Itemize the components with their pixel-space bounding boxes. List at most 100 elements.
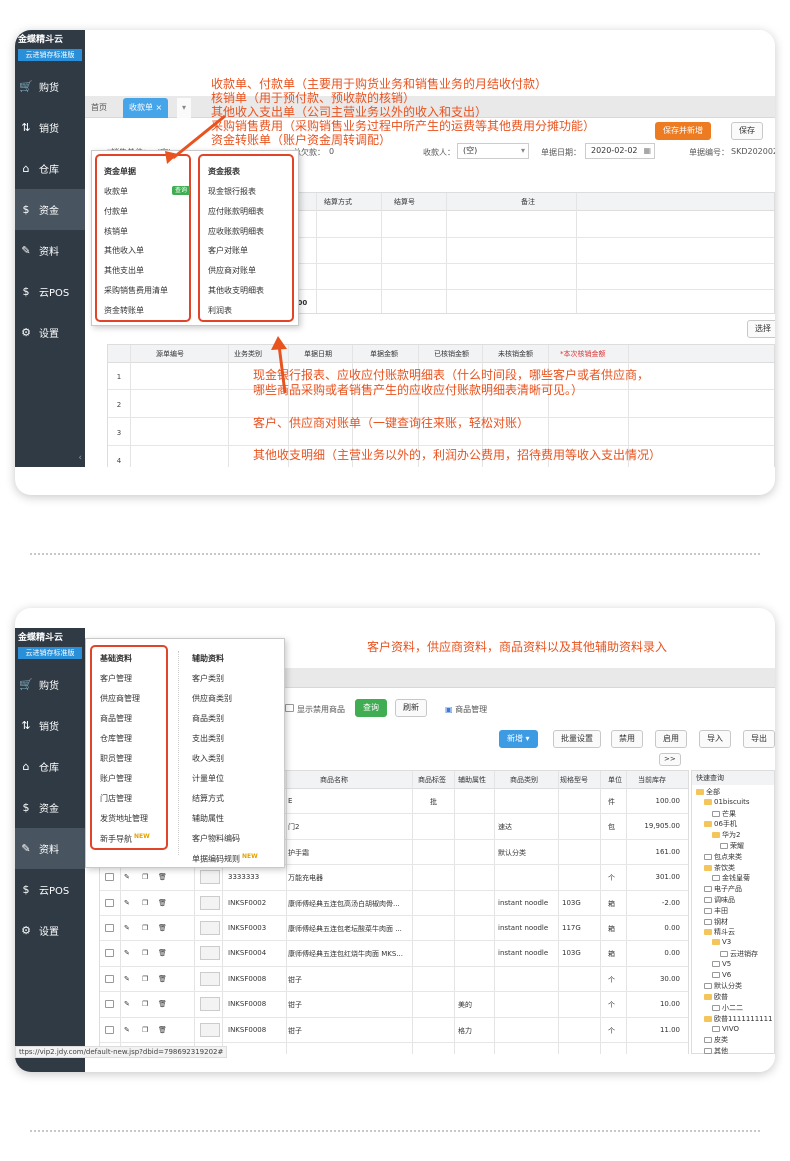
tree-node[interactable]: 06手机 bbox=[704, 819, 737, 829]
table-row[interactable]: ✎ ❐ 🗑 INKSF0008 钳子 个 30.00 bbox=[100, 967, 688, 993]
menu-item-settle-method[interactable]: 结算方式 bbox=[192, 793, 224, 804]
menu-item-material-code[interactable]: 客户物料编码 bbox=[192, 833, 240, 844]
tree-node[interactable]: 金钱皇菊 bbox=[712, 873, 750, 883]
menu-item-ship-address[interactable]: 发货地址管理 bbox=[100, 813, 148, 824]
copy-icon[interactable]: ❐ bbox=[142, 975, 148, 983]
menu-item-customer-type[interactable]: 客户类别 bbox=[192, 673, 224, 684]
nav-item-warehouse[interactable]: ⌂ 仓库 bbox=[15, 746, 85, 787]
nav-item-settings[interactable]: ⚙ 设置 bbox=[15, 910, 85, 951]
delete-icon[interactable]: 🗑 bbox=[158, 924, 167, 932]
tree-node[interactable]: 皮类 bbox=[704, 1035, 728, 1045]
row-checkbox[interactable] bbox=[105, 898, 114, 907]
tree-node[interactable]: 欧普1111111111 bbox=[704, 1014, 773, 1024]
tree-node[interactable]: V5 bbox=[712, 960, 731, 968]
disable-button[interactable]: 禁用 bbox=[611, 730, 643, 748]
tree-node[interactable]: 全部 bbox=[696, 787, 720, 797]
tree-node[interactable]: 精斗云 bbox=[704, 927, 735, 937]
delete-icon[interactable]: 🗑 bbox=[158, 975, 167, 983]
tree-node[interactable]: 默认分类 bbox=[704, 981, 742, 991]
table-row[interactable]: ✎ ❐ 🗑 INKSF0008 钳子 美的 个 10.00 bbox=[100, 992, 688, 1018]
nav-item-sales[interactable]: ⇅ 销货 bbox=[15, 705, 85, 746]
row-checkbox[interactable] bbox=[105, 949, 114, 958]
refresh-button[interactable]: 刷新 bbox=[395, 699, 427, 717]
tree-node[interactable]: 华为2 bbox=[712, 830, 740, 840]
tree-node[interactable]: 01biscuits bbox=[704, 798, 750, 806]
menu-item-aux-attr[interactable]: 辅助属性 bbox=[192, 813, 224, 824]
menu-item-stores[interactable]: 门店管理 bbox=[100, 793, 132, 804]
copy-icon[interactable]: ❐ bbox=[142, 949, 148, 957]
row-checkbox[interactable] bbox=[105, 974, 114, 983]
edit-icon[interactable]: ✎ bbox=[124, 924, 130, 932]
goods-manage-link[interactable]: ▣ 商品管理 bbox=[445, 704, 487, 715]
menu-item-accounts[interactable]: 账户管理 bbox=[100, 773, 132, 784]
edit-icon[interactable]: ✎ bbox=[124, 949, 130, 957]
tree-node[interactable]: 茶饮类 bbox=[704, 863, 735, 873]
menu-item-income-type[interactable]: 收入类别 bbox=[192, 753, 224, 764]
table-row[interactable]: ✎ ❐ 🗑 INKSF0002 康师傅经典五连包高汤白胡椒肉骨... instant no… bbox=[100, 891, 688, 916]
delete-icon[interactable]: 🗑 bbox=[158, 1026, 167, 1034]
expand-button[interactable]: >> bbox=[659, 753, 681, 766]
tree-node[interactable]: V3 bbox=[712, 938, 731, 946]
delete-icon[interactable]: 🗑 bbox=[158, 873, 167, 881]
cell-unit: 箱 bbox=[608, 899, 615, 908]
edit-icon[interactable]: ✎ bbox=[124, 1026, 130, 1034]
delete-icon[interactable]: 🗑 bbox=[158, 1000, 167, 1008]
table-row[interactable]: ✎ ❐ 🗑 3333333 万能充电器 个 301.00 bbox=[100, 865, 688, 891]
nav-item-funds[interactable]: $ 资金 bbox=[15, 787, 85, 828]
tree-node[interactable]: 其他 bbox=[704, 1046, 728, 1056]
tree-node[interactable]: 荣耀 bbox=[720, 841, 744, 851]
nav-item-data[interactable]: ✎ 资料 bbox=[15, 828, 85, 869]
tree-node[interactable]: 芒果 bbox=[712, 809, 736, 819]
menu-item-goods[interactable]: 商品管理 bbox=[100, 713, 132, 724]
edit-icon[interactable]: ✎ bbox=[124, 1000, 130, 1008]
row-checkbox[interactable] bbox=[105, 873, 114, 882]
tree-node[interactable]: 电子产品 bbox=[704, 884, 742, 894]
table-row[interactable]: ✎ ❐ 🗑 INKSF0004 康师傅经典五连包红烧牛肉面 MKS... instant … bbox=[100, 941, 688, 967]
copy-icon[interactable]: ❐ bbox=[142, 1026, 148, 1034]
tree-node[interactable]: 欧普 bbox=[704, 992, 728, 1002]
export-button[interactable]: 导出 bbox=[743, 730, 775, 748]
edit-icon[interactable]: ✎ bbox=[124, 899, 130, 907]
tree-node[interactable]: 钢材 bbox=[704, 917, 728, 927]
col-unit: 单位 bbox=[608, 776, 622, 784]
copy-icon[interactable]: ❐ bbox=[142, 924, 148, 932]
tree-node[interactable]: VIVO bbox=[712, 1025, 739, 1033]
folder-icon bbox=[712, 939, 720, 946]
tree-node[interactable]: 小二二 bbox=[712, 1003, 743, 1013]
tree-node[interactable]: 包点来类 bbox=[704, 852, 742, 862]
nav-item-pos[interactable]: $ 云POS bbox=[15, 869, 85, 910]
table-row[interactable]: ✎ ❐ 🗑 INKSF0008 钳子 格力 个 11.00 bbox=[100, 1018, 688, 1043]
tree-node[interactable]: 调味品 bbox=[704, 895, 735, 905]
enable-button[interactable]: 启用 bbox=[655, 730, 687, 748]
menu-item-guide[interactable]: 新手导航 NEW bbox=[100, 833, 150, 845]
new-button[interactable]: 新增 ▾ bbox=[499, 730, 538, 748]
row-checkbox[interactable] bbox=[105, 1000, 114, 1009]
query-button[interactable]: 查询 bbox=[355, 699, 387, 717]
menu-item-warehouses[interactable]: 仓库管理 bbox=[100, 733, 132, 744]
menu-item-staff[interactable]: 职员管理 bbox=[100, 753, 132, 764]
menu-item-goods-type[interactable]: 商品类别 bbox=[192, 713, 224, 724]
tree-node[interactable]: V6 bbox=[712, 971, 731, 979]
batch-set-button[interactable]: 批量设置 bbox=[553, 730, 601, 748]
row-checkbox[interactable] bbox=[105, 1025, 114, 1034]
menu-item-expense-type[interactable]: 支出类别 bbox=[192, 733, 224, 744]
row-checkbox[interactable] bbox=[105, 924, 114, 932]
edit-icon[interactable]: ✎ bbox=[124, 975, 130, 983]
menu-item-customers[interactable]: 客户管理 bbox=[100, 673, 132, 684]
menu-item-code-rules[interactable]: 单据编码规则 NEW bbox=[192, 853, 258, 865]
menu-item-suppliers[interactable]: 供应商管理 bbox=[100, 693, 140, 704]
tree-node[interactable]: 云进销存 bbox=[720, 949, 758, 959]
copy-icon[interactable]: ❐ bbox=[142, 873, 148, 881]
delete-icon[interactable]: 🗑 bbox=[158, 949, 167, 957]
table-row[interactable]: ✎ ❐ 🗑 INKSF0003 康师傅经典五连包老坛酸菜牛肉面 ... instant n… bbox=[100, 916, 688, 942]
nav-item-purchase[interactable]: 🛒 购货 bbox=[15, 664, 85, 705]
copy-icon[interactable]: ❐ bbox=[142, 1000, 148, 1008]
delete-icon[interactable]: 🗑 bbox=[158, 899, 167, 907]
edit-icon[interactable]: ✎ bbox=[124, 873, 130, 881]
menu-item-supplier-type[interactable]: 供应商类别 bbox=[192, 693, 232, 704]
show-disabled-checkbox[interactable] bbox=[285, 704, 294, 712]
menu-item-unit[interactable]: 计量单位 bbox=[192, 773, 224, 784]
tree-node[interactable]: 丰田 bbox=[704, 906, 728, 916]
import-button[interactable]: 导入 bbox=[699, 730, 731, 748]
copy-icon[interactable]: ❐ bbox=[142, 899, 148, 907]
